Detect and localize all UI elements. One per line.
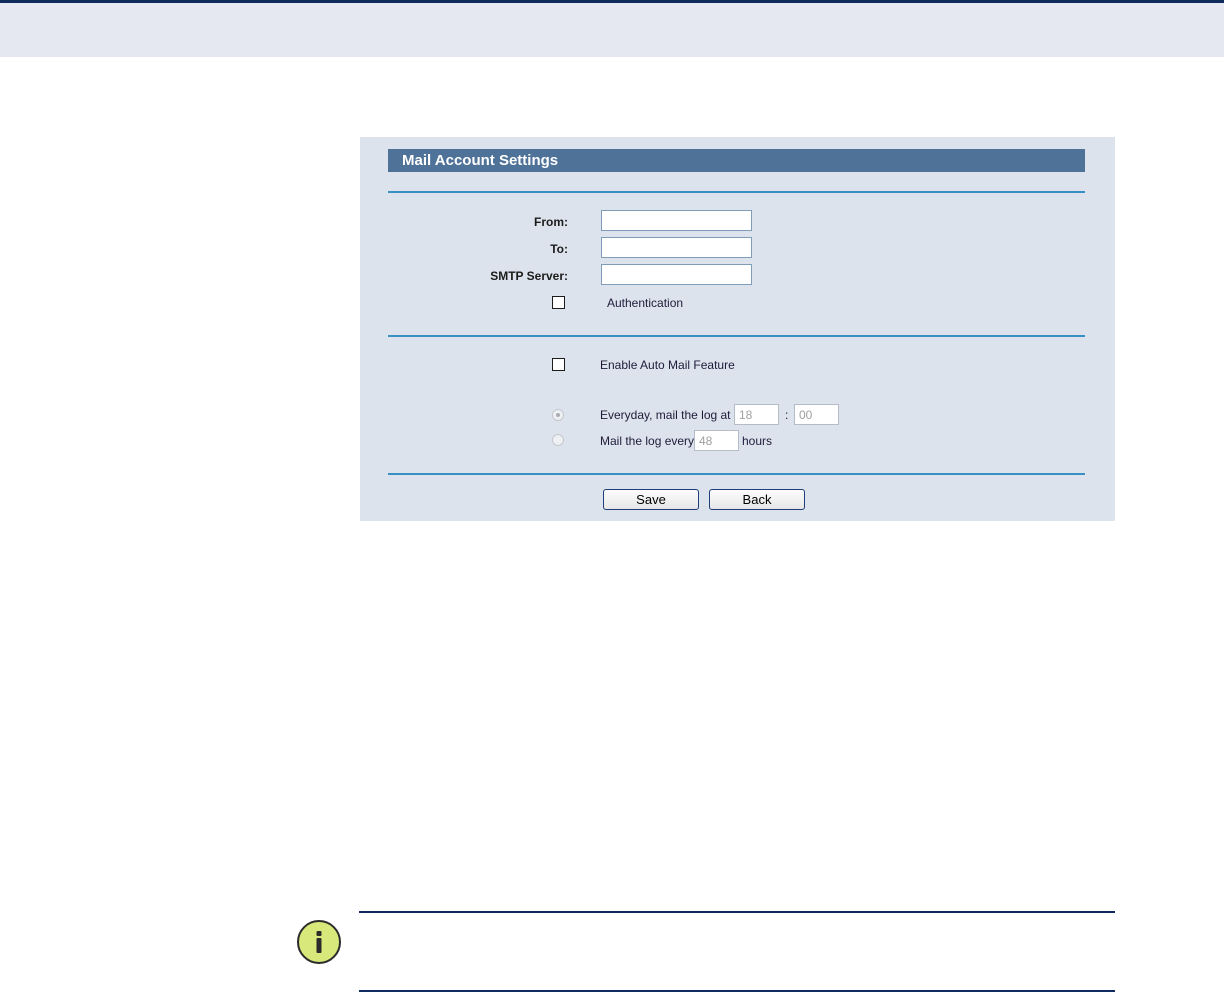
section-divider [388, 335, 1085, 337]
everyday-hour-field[interactable] [734, 404, 779, 425]
everyday-minute-field[interactable] [794, 404, 839, 425]
time-separator: : [785, 408, 789, 422]
section-divider [388, 191, 1085, 193]
smtp-server-field[interactable] [601, 264, 752, 285]
to-label: To: [550, 242, 568, 256]
info-icon [297, 920, 341, 964]
from-field[interactable] [601, 210, 752, 231]
authentication-checkbox[interactable] [552, 296, 565, 309]
interval-radio[interactable] [552, 434, 564, 446]
to-field[interactable] [601, 237, 752, 258]
panel-title: Mail Account Settings [388, 149, 1085, 172]
authentication-label: Authentication [607, 296, 684, 310]
everyday-label: Everyday, mail the log at [600, 408, 731, 422]
section-divider [388, 473, 1085, 475]
interval-hours-field[interactable] [694, 430, 739, 451]
everyday-radio[interactable] [552, 409, 564, 421]
note-top-rule [359, 911, 1115, 913]
save-button[interactable]: Save [603, 489, 699, 510]
from-label: From: [534, 215, 568, 229]
interval-label: Mail the log every [600, 434, 695, 448]
smtp-server-label: SMTP Server: [490, 269, 568, 283]
enable-auto-mail-label: Enable Auto Mail Feature [600, 358, 735, 372]
enable-auto-mail-checkbox[interactable] [552, 358, 565, 371]
hours-unit-label: hours [742, 434, 773, 448]
page-header-band [0, 3, 1224, 57]
mail-account-settings-panel: Mail Account Settings From: To: SMTP Ser… [360, 137, 1115, 521]
back-button[interactable]: Back [709, 489, 805, 510]
note-bottom-rule [359, 990, 1115, 992]
